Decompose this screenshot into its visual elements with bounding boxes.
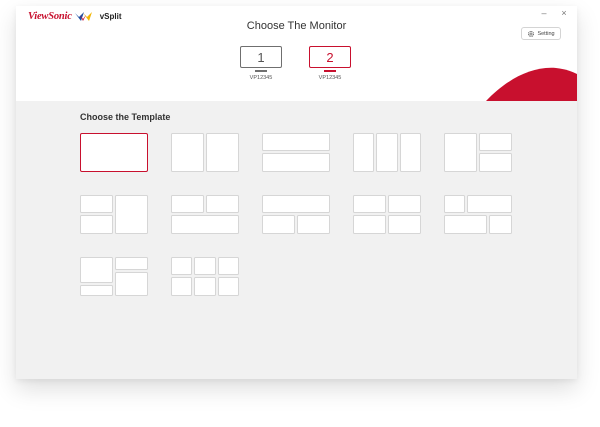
template-cell [262, 195, 330, 213]
setting-button[interactable]: Setting [521, 27, 561, 40]
decorative-swoosh [486, 67, 577, 101]
monitor-screen-icon: 1 [240, 46, 282, 68]
template-cell [444, 195, 465, 213]
page-title: Choose The Monitor [246, 20, 347, 32]
gear-icon [528, 30, 535, 37]
template-cell [218, 257, 239, 275]
template-cell [218, 277, 239, 296]
template-cell [444, 133, 477, 172]
template-two-left-right[interactable] [80, 195, 148, 234]
template-cell [297, 215, 330, 234]
template-cell [262, 215, 295, 234]
template-cell [194, 257, 216, 275]
monitor-option-1[interactable]: 1 VP12345 [239, 46, 283, 81]
template-cell [171, 215, 239, 234]
template-3x2-grid[interactable] [171, 257, 239, 296]
monitor-number: 2 [326, 49, 334, 65]
template-offset-grid[interactable] [444, 195, 512, 234]
template-cell [479, 153, 512, 172]
template-cell [353, 215, 386, 234]
template-cell [489, 215, 512, 234]
monitor-number: 1 [257, 49, 265, 65]
template-3-columns[interactable] [353, 133, 421, 172]
header: ViewSonic vSplit Choose The Monitor – × … [16, 6, 577, 101]
template-cell [80, 285, 113, 296]
template-cell [171, 195, 204, 213]
template-2x2-grid[interactable] [353, 195, 421, 234]
template-left-two-right[interactable] [444, 133, 512, 172]
monitor-label: VP12345 [249, 75, 273, 81]
template-full[interactable] [80, 133, 148, 172]
template-cell [171, 133, 204, 172]
template-2-rows[interactable] [262, 133, 330, 172]
monitor-stand [255, 70, 267, 72]
template-cell [444, 215, 487, 234]
template-cell [206, 133, 239, 172]
minimize-button[interactable]: – [539, 8, 549, 18]
template-cell [388, 215, 421, 234]
template-cell [115, 257, 148, 270]
template-cell [388, 195, 421, 213]
app-window: ViewSonic vSplit Choose The Monitor – × … [16, 6, 577, 379]
template-cell [171, 257, 192, 275]
template-cell [80, 195, 113, 213]
template-cell [353, 195, 386, 213]
template-two-top-bottom[interactable] [171, 195, 239, 234]
template-2-columns[interactable] [171, 133, 239, 172]
template-cell [206, 195, 239, 213]
monitor-label: VP12345 [318, 75, 342, 81]
template-top-two-bottom[interactable] [262, 195, 330, 234]
template-cell [262, 153, 330, 172]
window-controls: – × [539, 8, 569, 18]
setting-label: Setting [537, 30, 555, 37]
template-cell [115, 272, 148, 296]
template-cell [80, 215, 113, 234]
template-cell [353, 133, 374, 172]
template-cell [479, 133, 512, 151]
monitor-option-2[interactable]: 2 VP12345 [308, 46, 352, 81]
template-cell [376, 133, 398, 172]
monitor-screen-icon: 2 [309, 46, 351, 68]
template-section-title: Choose the Template [80, 112, 171, 122]
template-cell [171, 277, 192, 296]
template-cell [115, 195, 148, 234]
close-button[interactable]: × [559, 8, 569, 18]
template-cell [262, 133, 330, 151]
template-cell [80, 257, 113, 283]
monitor-stand [324, 70, 336, 72]
template-cell [467, 195, 512, 213]
template-large-left-grid[interactable] [80, 257, 148, 296]
template-cell [194, 277, 216, 296]
template-cell [400, 133, 421, 172]
